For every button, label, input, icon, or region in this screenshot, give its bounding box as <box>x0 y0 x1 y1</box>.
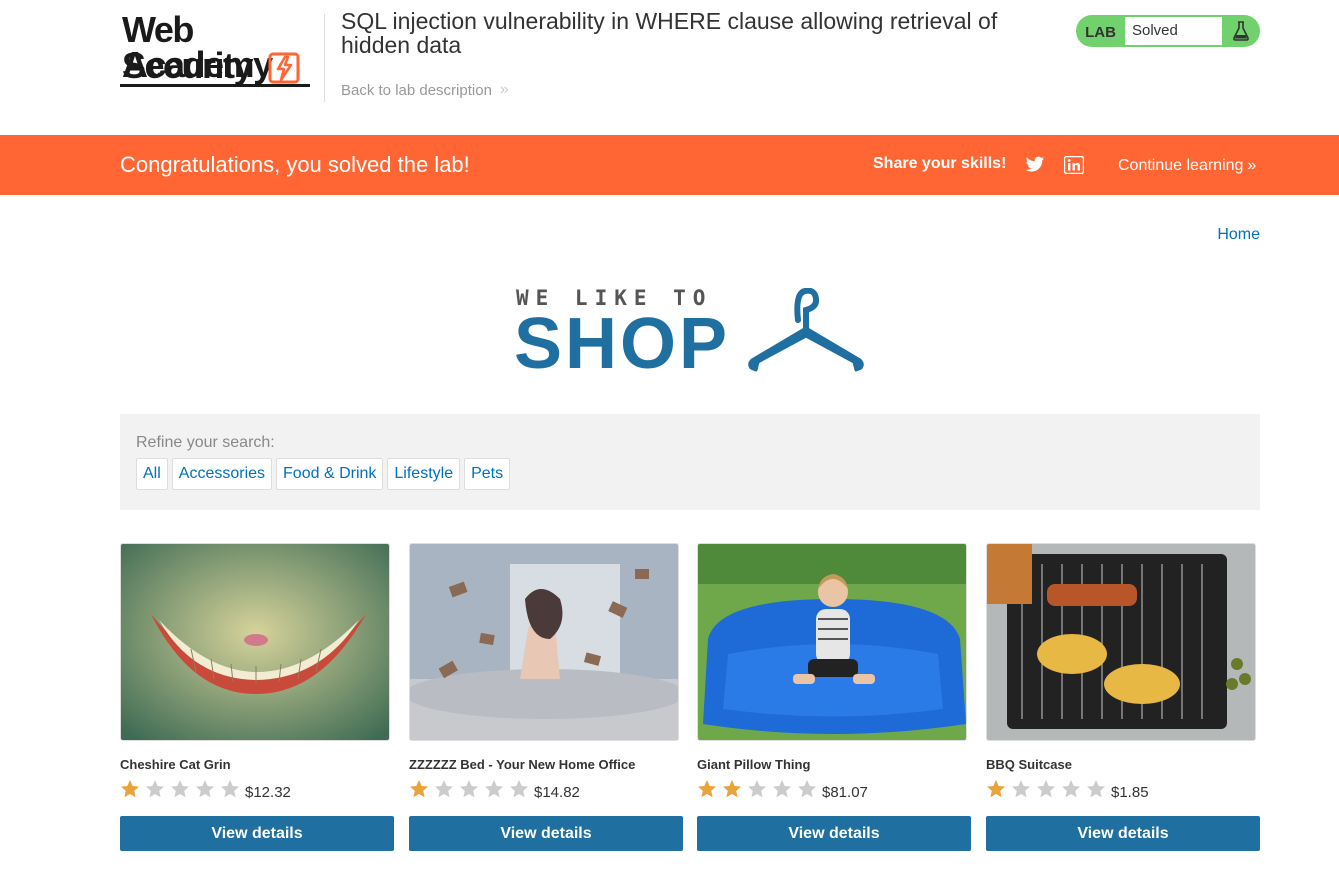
product-name: ZZZZZZ Bed - Your New Home Office <box>409 757 636 772</box>
refine-search-label: Refine your search: <box>136 434 275 451</box>
product-rating <box>409 779 529 799</box>
star-empty-icon <box>748 780 766 798</box>
view-details-button[interactable]: View details <box>986 816 1260 851</box>
star-empty-icon <box>435 780 453 798</box>
star-filled-icon <box>723 780 741 798</box>
star-filled-icon <box>698 780 716 798</box>
lab-status-badge: LAB Solved <box>1076 15 1260 47</box>
product-image-zzzzzz-bed[interactable] <box>409 543 679 741</box>
lab-title: SQL injection vulnerability in WHERE cla… <box>341 8 998 58</box>
filter-panel: Refine your search: All Accessories Food… <box>120 414 1260 510</box>
star-empty-icon <box>460 780 478 798</box>
logo-underline <box>120 84 310 87</box>
product-card: Cheshire Cat Grin $12.32 View details <box>120 543 394 851</box>
shop-banner: WE LIKE TO SHOP <box>514 286 866 384</box>
product-price: $14.82 <box>534 784 580 801</box>
star-empty-icon <box>1062 780 1080 798</box>
double-chevron-right-icon: » <box>499 81 509 98</box>
congratulations-message: Congratulations, you solved the lab! <box>120 152 470 177</box>
star-filled-icon <box>410 780 428 798</box>
star-empty-icon <box>221 780 239 798</box>
star-empty-icon <box>1037 780 1055 798</box>
view-details-button[interactable]: View details <box>120 816 394 851</box>
product-rating <box>120 779 240 799</box>
product-card: BBQ Suitcase $1.85 View details <box>986 543 1260 851</box>
share-skills-label: Share your skills! <box>873 155 1007 172</box>
view-details-button[interactable]: View details <box>409 816 683 851</box>
category-filters: All Accessories Food & Drink Lifestyle P… <box>136 458 511 490</box>
lab-badge-label: LAB <box>1085 23 1116 41</box>
view-details-button[interactable]: View details <box>697 816 971 851</box>
star-filled-icon <box>121 780 139 798</box>
product-name: BBQ Suitcase <box>986 757 1072 772</box>
star-empty-icon <box>1087 780 1105 798</box>
product-price: $12.32 <box>245 784 291 801</box>
academy-header: Web Security Academy SQL injection vulne… <box>0 0 1339 135</box>
continue-learning-label: Continue learning <box>1118 157 1244 174</box>
back-to-lab-description-link[interactable]: Back to lab description » <box>341 81 509 99</box>
lightning-icon <box>268 52 300 84</box>
product-name: Giant Pillow Thing <box>697 757 811 772</box>
star-empty-icon <box>146 780 164 798</box>
header-divider <box>324 14 325 102</box>
category-filter-all[interactable]: All <box>136 458 168 490</box>
twitter-icon[interactable] <box>1025 156 1045 174</box>
star-empty-icon <box>485 780 503 798</box>
double-chevron-right-icon: » <box>1247 157 1257 174</box>
star-empty-icon <box>773 780 791 798</box>
product-price: $81.07 <box>822 784 868 801</box>
logo-text-line2: Academy <box>122 44 273 85</box>
product-rating <box>986 779 1106 799</box>
star-empty-icon <box>171 780 189 798</box>
lab-status-text: Solved <box>1125 17 1222 45</box>
solved-notification-bar: Congratulations, you solved the lab! Sha… <box>0 135 1339 195</box>
category-filter-food-drink[interactable]: Food & Drink <box>276 458 384 490</box>
product-image-cheshire-cat-grin[interactable] <box>120 543 390 741</box>
banner-title: SHOP <box>514 304 731 384</box>
hanger-icon <box>748 288 864 372</box>
star-empty-icon <box>196 780 214 798</box>
category-filter-accessories[interactable]: Accessories <box>171 458 273 490</box>
product-name: Cheshire Cat Grin <box>120 757 231 772</box>
star-empty-icon <box>1012 780 1030 798</box>
product-image-giant-pillow-thing[interactable] <box>697 543 967 741</box>
web-security-academy-logo[interactable]: Web Security Academy <box>120 12 320 88</box>
star-filled-icon <box>987 780 1005 798</box>
category-filter-pets[interactable]: Pets <box>464 458 511 490</box>
product-image-bbq-suitcase[interactable] <box>986 543 1256 741</box>
home-link[interactable]: Home <box>1217 226 1260 244</box>
category-filter-lifestyle[interactable]: Lifestyle <box>387 458 461 490</box>
flask-icon <box>1222 21 1260 41</box>
continue-learning-link[interactable]: Continue learning » <box>1118 157 1256 175</box>
product-price: $1.85 <box>1111 784 1149 801</box>
star-empty-icon <box>510 780 528 798</box>
star-empty-icon <box>798 780 816 798</box>
product-card: ZZZZZZ Bed - Your New Home Office $14.82… <box>409 543 683 851</box>
linkedin-icon[interactable] <box>1064 156 1084 174</box>
product-rating <box>697 779 817 799</box>
back-link-label: Back to lab description <box>341 81 492 99</box>
product-card: Giant Pillow Thing $81.07 View details <box>697 543 971 851</box>
